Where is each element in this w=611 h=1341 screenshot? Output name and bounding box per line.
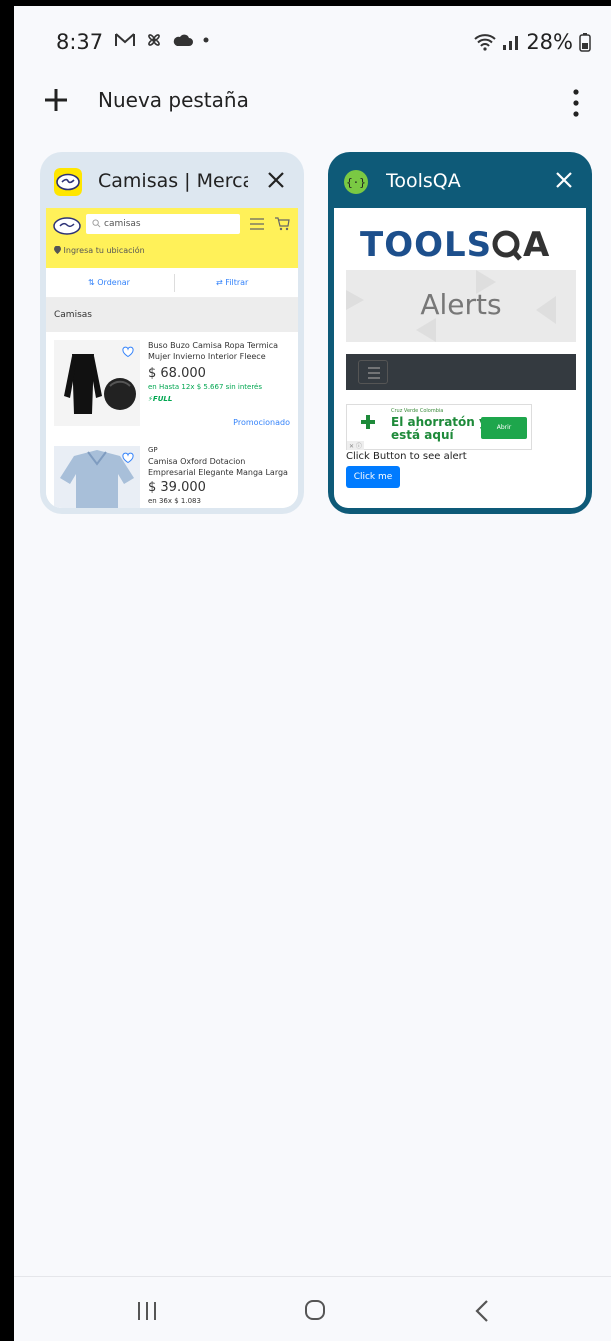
product-price: $ 68.000 — [148, 366, 206, 381]
tab-switcher-header: Nueva pestaña — [14, 78, 611, 134]
full-badge: ⚡FULL — [148, 395, 173, 403]
gmail-icon — [115, 33, 135, 46]
recent-apps-icon[interactable] — [136, 1301, 158, 1321]
tab-card-mercadolibre[interactable]: Camisas | Merca camisas Ingresa tu ubica… — [40, 152, 304, 514]
home-icon[interactable] — [304, 1299, 326, 1321]
mercadolibre-favicon — [54, 168, 82, 196]
hamburger-menu-icon — [250, 218, 264, 230]
tab-switcher-screen: 8:37 28% Nueva pestaña Camisas | Merca c… — [14, 6, 611, 1341]
tab-page-preview: TOOLS A Alerts Cruz Verde Colombia El ah… — [334, 208, 586, 508]
toolsqa-favicon: {·} — [344, 170, 368, 194]
hamburger-menu-icon — [368, 367, 380, 379]
product-price: $ 39.000 — [148, 480, 206, 495]
click-me-button: Click me — [346, 466, 400, 488]
system-navigation-bar — [14, 1276, 611, 1341]
ml-location: Ingresa tu ubicación — [54, 245, 145, 255]
ml-product-card: Buso Buzo Camisa Ropa Termica Mujer Invi… — [46, 332, 298, 434]
close-tab-icon[interactable] — [266, 170, 286, 190]
tab-card-header: {·} ToolsQA — [328, 152, 592, 210]
cloud-icon — [173, 34, 193, 46]
status-bar: 8:37 28% — [14, 6, 611, 78]
product-name: Camisa Oxford Dotacion Empresarial Elega… — [148, 457, 288, 477]
alerts-banner: Alerts — [346, 270, 576, 342]
tab-card-header: Camisas | Merca — [40, 152, 304, 210]
tab-card-toolsqa[interactable]: {·} ToolsQA TOOLS A Alerts Cruz Verde Co… — [328, 152, 592, 514]
promoted-label: Promocionado — [233, 418, 290, 427]
ml-search-input: camisas — [86, 214, 240, 234]
wifi-icon — [474, 34, 496, 51]
ml-header: camisas Ingresa tu ubicación — [46, 208, 298, 268]
mercadolibre-logo — [53, 217, 81, 235]
back-icon[interactable] — [474, 1299, 490, 1323]
close-tab-icon[interactable] — [554, 170, 574, 190]
more-options-icon[interactable] — [566, 86, 586, 120]
tab-title: ToolsQA — [386, 170, 461, 192]
toolsqa-logo: TOOLS A — [360, 225, 550, 264]
cart-icon — [275, 217, 290, 231]
search-icon — [92, 219, 101, 228]
svg-text:{·}: {·} — [346, 176, 366, 189]
tab-title: Camisas | Merca — [98, 170, 248, 192]
location-pin-icon — [54, 245, 61, 254]
product-installments: en Hasta 12x $ 5.667 sin interés — [148, 383, 263, 391]
ad-banner: Cruz Verde Colombia El ahorratón ya está … — [346, 404, 532, 450]
new-tab-plus-icon[interactable] — [42, 86, 70, 114]
ml-product-card: GP Camisa Oxford Dotacion Empresarial El… — [46, 438, 298, 508]
ad-brand: Cruz Verde Colombia — [391, 408, 444, 414]
tab-page-preview: camisas Ingresa tu ubicación ⇅ Ordenar ⇄… — [46, 208, 298, 508]
ml-section-title: Camisas — [46, 298, 298, 332]
product-seller: GP — [148, 446, 158, 454]
product-installments: en 36x $ 1.083 — [148, 497, 201, 505]
svg-text:TOOLS: TOOLS — [360, 225, 492, 264]
fan-icon — [148, 34, 160, 46]
favorite-heart-icon — [122, 346, 134, 358]
toolsqa-navbar — [346, 354, 576, 390]
ad-close-icon: ✕ ⓘ — [347, 441, 364, 450]
product-name: Buso Buzo Camisa Ropa Termica Mujer Invi… — [148, 341, 279, 361]
ml-filter-bar: ⇅ Ordenar ⇄ Filtrar — [46, 268, 298, 298]
battery-icon — [579, 33, 591, 52]
battery-percent: 28% — [526, 30, 573, 54]
ad-open-button: Abrir — [481, 417, 527, 439]
alert-hint-text: Click Button to see alert — [346, 451, 467, 462]
new-tab-button[interactable]: Nueva pestaña — [98, 88, 249, 112]
svg-text:A: A — [523, 225, 550, 264]
favorite-heart-icon — [122, 452, 134, 464]
banner-title: Alerts — [420, 288, 502, 321]
signal-icon — [503, 36, 519, 50]
ad-headline: El ahorratón ya está aquí — [391, 415, 495, 442]
ml-sort: ⇅ Ordenar — [88, 278, 130, 287]
pharmacy-cross-icon — [361, 415, 375, 429]
ml-search-text: camisas — [104, 219, 141, 229]
dot-icon — [203, 37, 209, 43]
ml-filter: ⇄ Filtrar — [216, 278, 249, 287]
status-time: 8:37 — [56, 30, 104, 54]
